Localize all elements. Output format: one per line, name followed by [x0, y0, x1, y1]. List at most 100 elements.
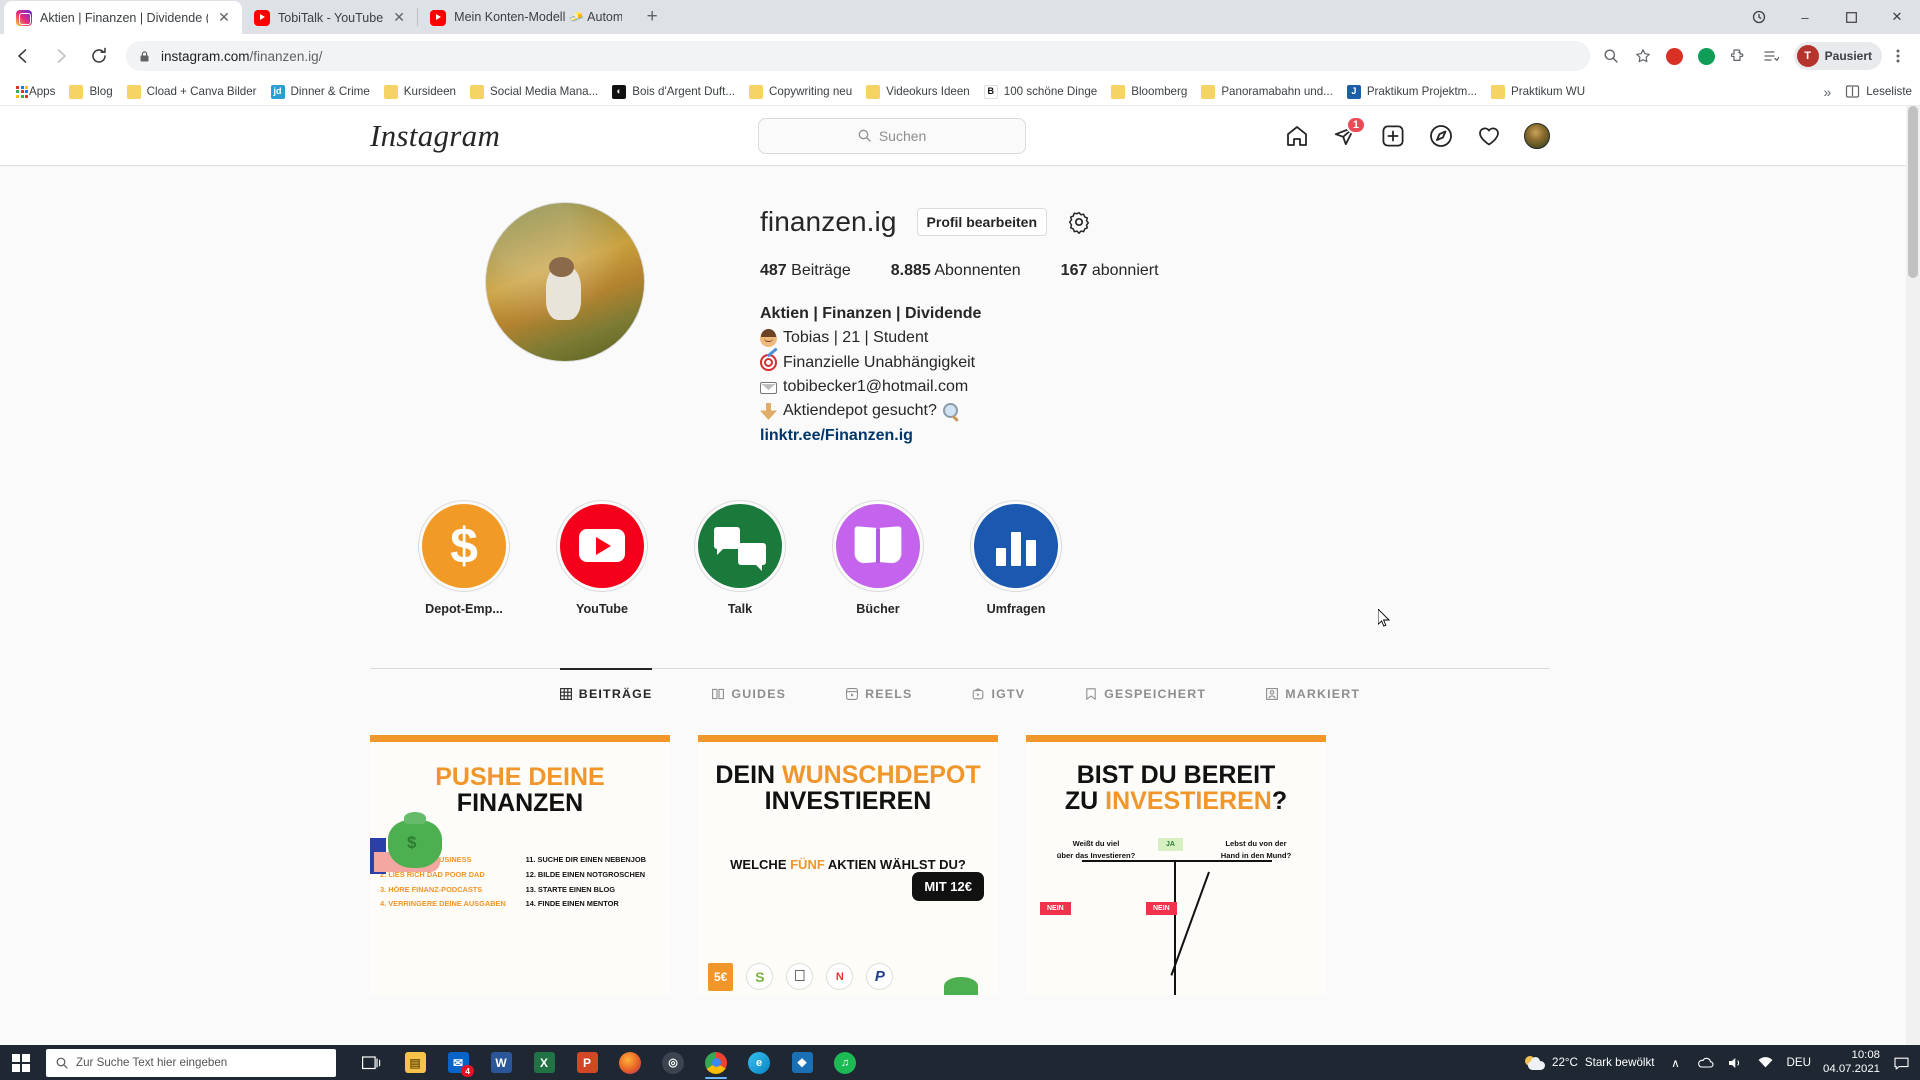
bookmark-videokurs-ideen[interactable]: Videokurs Ideen — [859, 81, 977, 103]
firefox-icon[interactable] — [610, 1045, 650, 1080]
tab-label: BEITRÄGE — [578, 686, 653, 701]
bookmark-cload-canva[interactable]: Cload + Canva Bilder — [120, 81, 264, 103]
forward-icon[interactable] — [44, 39, 78, 73]
edge-icon[interactable]: e — [739, 1045, 779, 1080]
tab-gespeichert[interactable]: GESPEICHERT — [1085, 669, 1206, 715]
weather-description: Stark bewölkt — [1584, 1056, 1655, 1069]
browser-tab-2[interactable]: Mein Konten-Modell 🧈 Automa — [418, 1, 632, 34]
tab-igtv[interactable]: IGTV — [972, 669, 1025, 715]
reading-list-button[interactable]: Leseliste — [1845, 84, 1912, 99]
folder-icon — [749, 84, 764, 99]
tab-guides[interactable]: GUIDES — [712, 669, 786, 715]
guides-icon — [712, 688, 725, 700]
activity-heart-icon[interactable] — [1476, 123, 1502, 149]
onedrive-icon[interactable] — [1697, 1054, 1715, 1072]
volume-icon[interactable] — [1727, 1054, 1745, 1072]
stat-following[interactable]: 167 abonniert — [1061, 262, 1159, 280]
kebab-menu-icon[interactable] — [1884, 41, 1912, 71]
bookmark-panoramabahn[interactable]: Panoramabahn und... — [1194, 81, 1340, 103]
highlight-youtube[interactable]: YouTube — [552, 503, 652, 616]
disc-icon[interactable]: ◎ — [653, 1045, 693, 1080]
profile-avatar[interactable] — [1524, 122, 1550, 149]
word-icon[interactable]: W — [481, 1045, 521, 1080]
direct-messages-icon[interactable]: 1 — [1332, 115, 1366, 149]
bookmark-dinner-crime[interactable]: jd Dinner & Crime — [264, 81, 377, 103]
tab-reels[interactable]: REELS — [846, 669, 912, 715]
extension-puzzle-icon[interactable] — [1724, 41, 1754, 71]
stat-followers[interactable]: 8.885 Abonnenten — [891, 262, 1021, 280]
bookmark-star-icon[interactable] — [1628, 41, 1658, 71]
bookmark-apps[interactable]: Apps — [8, 81, 62, 103]
tab-beitraege[interactable]: BEITRÄGE — [559, 667, 653, 715]
profile-button[interactable]: T Pausiert — [1793, 42, 1882, 70]
network-icon[interactable] — [1757, 1054, 1775, 1072]
bookmark-praktikum-projektm[interactable]: J Praktikum Projektm... — [1340, 81, 1484, 103]
maximize-button[interactable] — [1828, 0, 1874, 34]
post-thumbnail-1[interactable]: DEIN WUNSCHDEPOT INVESTIEREN WELCHE FÜNF… — [698, 734, 998, 995]
windows-start-icon[interactable] — [0, 1045, 42, 1080]
highlight-talk[interactable]: Talk — [690, 503, 790, 616]
clock[interactable]: 10:08 04.07.2021 — [1823, 1049, 1880, 1077]
bookmark-bois-dargent[interactable]: ◐ Bois d'Argent Duft... — [605, 81, 742, 103]
spotify-icon[interactable]: ♫ — [825, 1045, 865, 1080]
bookmark-copywriting-neu[interactable]: Copywriting neu — [742, 81, 859, 103]
browser-tab-0[interactable]: Aktien | Finanzen | Dividende (@ ✕ — [4, 1, 242, 34]
chrome-icon[interactable] — [696, 1045, 736, 1080]
post-thumbnail-0[interactable]: PUSHE DEINE FINANZEN 1. STARTE EIN BUSIN… — [370, 734, 670, 995]
gear-icon[interactable] — [1067, 210, 1091, 234]
bookmark-social-media-mana[interactable]: Social Media Mana... — [463, 81, 605, 103]
profile-picture[interactable] — [485, 202, 645, 362]
home-icon[interactable] — [1284, 123, 1310, 149]
highlight-umfragen[interactable]: Umfragen — [966, 503, 1066, 616]
highlight-depot-emp[interactable]: $ Depot-Emp... — [414, 503, 514, 616]
close-icon[interactable]: ✕ — [216, 9, 232, 26]
address-bar[interactable]: instagram.com/finanzen.ig/ — [126, 41, 1590, 71]
weather-widget[interactable]: 22°C Stark bewölkt — [1525, 1055, 1655, 1070]
edit-profile-button[interactable]: Profil bearbeiten — [916, 208, 1048, 236]
browser-tab-1[interactable]: TobiTalk - YouTube ✕ — [242, 1, 417, 34]
no-badge-right: NEIN — [1146, 901, 1177, 915]
scrollbar-thumb[interactable] — [1908, 106, 1918, 278]
photos-icon[interactable]: ❖ — [782, 1045, 822, 1080]
close-icon[interactable]: ✕ — [391, 9, 407, 26]
post-question-right: Lebst du von der Hand in den Mund? — [1220, 838, 1292, 861]
bookmark-bloomberg[interactable]: Bloomberg — [1104, 81, 1194, 103]
profile-info: finanzen.ig Profil bearbeiten 487 Beiträ… — [760, 202, 1550, 448]
page-scrollbar[interactable] — [1906, 106, 1920, 1045]
open-book-icon — [836, 503, 920, 588]
mail-icon[interactable]: ✉ 4 — [438, 1045, 478, 1080]
zoom-icon[interactable] — [1596, 41, 1626, 71]
language-indicator[interactable]: DEU — [1787, 1056, 1811, 1069]
new-tab-button[interactable]: + — [638, 4, 666, 32]
extension-red-icon[interactable] — [1660, 41, 1690, 71]
bookmark-praktikum-wu[interactable]: Praktikum WU — [1484, 81, 1592, 103]
powerpoint-icon[interactable]: P — [567, 1045, 607, 1080]
bio-link[interactable]: linktr.ee/Finanzen.ig — [760, 427, 913, 444]
bookmark-blog[interactable]: Blog — [62, 81, 119, 103]
task-view-icon[interactable] — [352, 1045, 392, 1080]
tray-expand-chevron-icon[interactable]: ∧ — [1667, 1054, 1685, 1072]
bookmark-100-schoene-dinge[interactable]: B 100 schöne Dinge — [977, 81, 1104, 103]
new-post-icon[interactable] — [1380, 123, 1406, 149]
taskbar-search-input[interactable]: Zur Suche Text hier eingeben — [46, 1048, 336, 1077]
restore-down-icon[interactable] — [1736, 0, 1782, 34]
bookmarks-overflow-button[interactable]: » — [1819, 84, 1835, 100]
folder-icon — [69, 84, 84, 99]
instagram-icon — [16, 9, 32, 26]
post-thumbnail-2[interactable]: BIST DU BEREIT ZU INVESTIEREN? Weißt du … — [1026, 734, 1326, 995]
back-icon[interactable] — [6, 39, 40, 73]
bookmark-kursideen[interactable]: Kursideen — [377, 81, 463, 103]
search-input[interactable]: Suchen — [758, 117, 1027, 154]
explore-icon[interactable] — [1428, 123, 1454, 149]
extension-list-icon[interactable] — [1756, 41, 1786, 71]
tab-markiert[interactable]: MARKIERT — [1266, 669, 1360, 715]
instagram-logo[interactable]: Instagram — [370, 118, 500, 154]
reload-icon[interactable] — [82, 39, 116, 73]
file-explorer-icon[interactable]: ▤ — [395, 1045, 435, 1080]
highlight-buecher[interactable]: Bücher — [828, 503, 928, 616]
extension-green-icon[interactable] — [1692, 41, 1722, 71]
excel-icon[interactable]: X — [524, 1045, 564, 1080]
minimize-button[interactable]: – — [1782, 0, 1828, 34]
notification-icon[interactable] — [1892, 1054, 1910, 1072]
close-window-button[interactable]: ✕ — [1874, 0, 1920, 34]
